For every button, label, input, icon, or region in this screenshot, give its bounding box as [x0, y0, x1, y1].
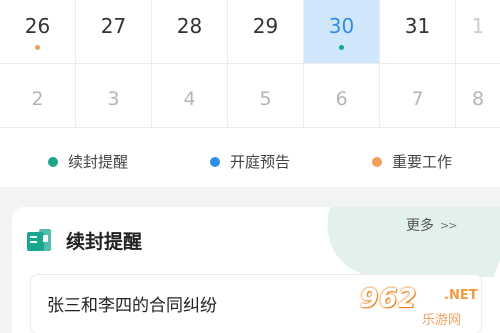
legend-label: 重要工作 — [392, 153, 453, 171]
calendar-day-27[interactable]: 27 — [76, 0, 152, 64]
legend-item-important-work: 重要工作 — [372, 151, 452, 172]
calendar-day-28[interactable]: 28 — [152, 0, 228, 64]
calendar-legend: 续封提醒 开庭预告 重要工作 — [0, 135, 500, 187]
day-number: 4 — [183, 88, 196, 110]
legend-dot — [372, 156, 382, 167]
calendar-week-row: 2 3 4 5 6 7 8 — [0, 64, 500, 131]
legend-label: 续封提醒 — [68, 153, 129, 171]
double-chevron-right-icon: >> — [440, 218, 457, 232]
day-number: 3 — [107, 88, 120, 110]
calendar-day-1[interactable]: 1 — [456, 0, 500, 64]
day-number: 27 — [100, 14, 127, 38]
day-number: 6 — [335, 88, 348, 110]
day-number: 2 — [31, 88, 44, 110]
day-number: 7 — [411, 88, 424, 110]
legend-label: 开庭预告 — [230, 153, 291, 171]
day-number: 1 — [471, 14, 485, 38]
card-header-decoration — [303, 207, 500, 277]
seal-renewal-icon — [27, 229, 51, 251]
calendar-day-5[interactable]: 5 — [228, 64, 304, 128]
calendar-day-26[interactable]: 26 — [0, 0, 76, 64]
calendar-week-row: 26 27 28 29 30 31 1 — [0, 0, 500, 67]
calendar-day-6[interactable]: 6 — [304, 64, 380, 128]
calendar-grid: 26 27 28 29 30 31 1 2 3 4 5 6 7 8 — [0, 0, 500, 135]
day-number: 28 — [176, 14, 203, 38]
legend-item-renewal: 续封提醒 — [48, 151, 128, 172]
more-link[interactable]: 更多 >> — [406, 215, 457, 235]
day-number: 8 — [471, 88, 485, 110]
watermark-subtitle: 乐游网 — [422, 313, 462, 328]
calendar-day-3[interactable]: 3 — [76, 64, 152, 128]
day-number: 30 — [328, 14, 355, 38]
calendar-day-29[interactable]: 29 — [228, 0, 304, 64]
calendar-day-31[interactable]: 31 — [380, 0, 456, 64]
calendar-day-8[interactable]: 8 — [456, 64, 500, 128]
legend-dot — [210, 156, 220, 167]
event-dot — [339, 45, 344, 50]
legend-dot — [48, 156, 58, 167]
more-label: 更多 — [406, 218, 434, 234]
watermark-domain: .NET — [444, 288, 478, 303]
watermark-logo: 962 — [360, 284, 418, 314]
card-title: 续封提醒 — [66, 231, 143, 253]
event-dot — [35, 45, 40, 50]
legend-item-hearing: 开庭预告 — [210, 151, 290, 172]
day-number: 26 — [24, 14, 51, 38]
calendar-day-30-selected[interactable]: 30 — [304, 0, 380, 64]
day-number: 29 — [252, 14, 279, 38]
calendar-day-7[interactable]: 7 — [380, 64, 456, 128]
calendar-day-2[interactable]: 2 — [0, 64, 76, 128]
calendar-day-4[interactable]: 4 — [152, 64, 228, 128]
day-number: 5 — [259, 88, 272, 110]
day-number: 31 — [404, 14, 431, 38]
site-watermark: 962 .NET 乐游网 — [360, 284, 500, 333]
case-title: 张三和李四的合同纠纷 — [47, 296, 217, 316]
